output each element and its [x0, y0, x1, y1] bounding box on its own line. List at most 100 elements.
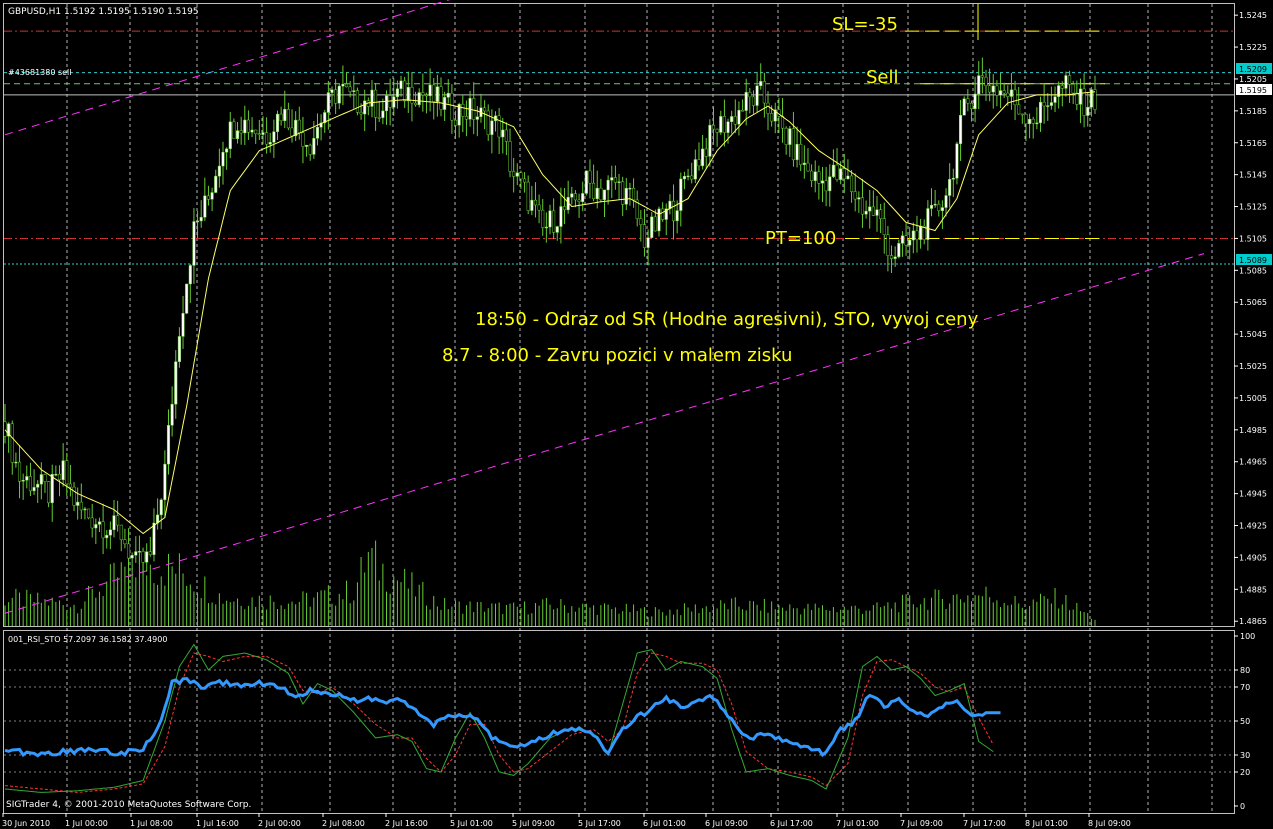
candle-body	[730, 116, 734, 123]
candle-body	[715, 128, 719, 133]
candle-body	[1017, 104, 1021, 115]
candle-body	[490, 120, 494, 135]
candle-body	[988, 85, 992, 93]
candle-body	[1093, 89, 1097, 110]
candle-body	[886, 234, 890, 256]
candle-body	[32, 487, 36, 492]
candle-body	[998, 90, 1003, 96]
candle-body	[813, 171, 817, 181]
candle-body	[424, 94, 429, 97]
candle-body	[36, 483, 40, 488]
candle-body	[704, 148, 708, 157]
symbol-info: GBPUSD,H1 1.5192 1.5195 1.5190 1.5195	[8, 7, 199, 17]
candle-body	[344, 83, 349, 88]
candle-body	[850, 175, 854, 192]
candle-body	[671, 200, 676, 222]
candle-body	[370, 89, 374, 107]
time-tick-label: 5 Jul 09:00	[512, 819, 555, 828]
price-tick-label: 1.4905	[1239, 553, 1267, 562]
time-tick-label: 8 Jul 09:00	[1088, 819, 1131, 828]
candle-body	[784, 127, 788, 145]
candle-body	[1078, 88, 1083, 105]
candle-body	[159, 499, 163, 516]
candle-body	[152, 522, 156, 555]
candle-body	[1002, 90, 1006, 94]
candle-body	[472, 98, 476, 120]
candle-body	[842, 168, 846, 180]
trading-chart[interactable]: 1.5245 1.5225 1.5205 1.5185 1.5165 1.5145 1.51…	[0, 0, 1273, 829]
candle-body	[562, 206, 567, 211]
candle-body	[112, 515, 116, 531]
candle-body	[170, 403, 174, 426]
candle-body	[163, 463, 167, 501]
candle-body	[519, 172, 523, 180]
candle-body	[592, 182, 596, 199]
candle-body	[286, 109, 290, 129]
candle-body	[853, 191, 857, 200]
candle-body	[523, 178, 527, 183]
candle-body	[134, 551, 138, 556]
candle-body	[395, 88, 399, 98]
candle-body	[737, 109, 741, 125]
candle-body	[962, 98, 966, 116]
candle-body	[1035, 122, 1039, 125]
candle-body	[722, 116, 726, 133]
candle-body	[464, 116, 468, 120]
candle-body	[199, 217, 203, 222]
candle-body	[1028, 118, 1032, 125]
candle-body	[926, 208, 930, 240]
candle-body	[733, 116, 737, 125]
time-tick-label: 2 Jul 00:00	[258, 819, 301, 828]
candle-body	[621, 181, 625, 205]
sell-annotation: Sell	[866, 67, 899, 88]
candle-body	[984, 76, 988, 87]
candle-body	[279, 113, 283, 122]
candle-body	[1009, 89, 1013, 97]
time-tick-label: 1 Jul 00:00	[65, 819, 108, 828]
candle-body	[741, 109, 745, 112]
candle-body	[297, 119, 301, 134]
indicator-tick-label: 20	[1240, 768, 1250, 777]
candle-body	[708, 124, 712, 157]
candle-body	[606, 179, 610, 191]
price-axis: 1.5245 1.5225 1.5205 1.5185 1.5165 1.5145 1.51…	[1234, 11, 1267, 626]
candle-body	[254, 129, 258, 134]
candle-body	[701, 148, 705, 167]
candle-body	[628, 187, 632, 190]
price-tick-label: 1.5245	[1239, 11, 1267, 20]
candle-body	[461, 103, 465, 117]
candle-body	[759, 81, 763, 87]
candle-body	[995, 85, 999, 96]
candle-body	[272, 131, 276, 143]
support-price-tag: 1.5089	[1236, 254, 1272, 265]
candle-body	[824, 180, 828, 192]
candle-body	[76, 501, 80, 506]
candle-body	[1086, 106, 1090, 116]
candle-body	[10, 423, 14, 463]
price-tick-label: 1.5145	[1239, 171, 1267, 180]
candle-body	[610, 177, 614, 181]
candle-body	[501, 129, 505, 138]
candle-body	[766, 102, 770, 114]
candle-body	[624, 187, 628, 205]
candle-body	[639, 218, 643, 225]
candle-body	[882, 218, 886, 235]
candle-body	[929, 204, 934, 209]
candle-body	[748, 92, 752, 98]
candle-body	[403, 80, 407, 102]
candle-body	[486, 110, 490, 135]
indicator-tick-label: 70	[1240, 683, 1250, 692]
candle-body	[969, 102, 974, 109]
candle-body	[290, 127, 294, 137]
candle-body	[1071, 84, 1075, 94]
candle-body	[584, 170, 588, 194]
candle-body	[188, 265, 192, 285]
time-tick-label: 6 Jul 17:00	[770, 819, 813, 828]
candle-body	[217, 165, 221, 177]
candle-body	[686, 175, 690, 178]
candle-body	[283, 109, 287, 122]
trend-channel	[4, 0, 1205, 614]
indicator-frame	[3, 630, 1235, 814]
grid-lines	[4, 4, 1234, 813]
candle-body	[483, 107, 487, 112]
